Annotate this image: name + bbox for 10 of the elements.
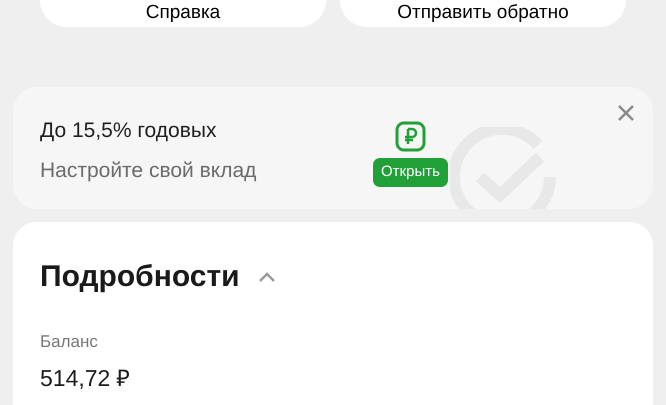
ruble-icon [394, 121, 426, 152]
chevron-up-icon[interactable] [258, 270, 276, 282]
action-button[interactable]: Отправить обратно [340, 0, 626, 27]
promo-subtitle: Настройте свой вклад [40, 158, 256, 184]
action-button[interactable]: Справка [40, 0, 326, 27]
details-title: Подробности [40, 259, 240, 295]
promo-title: До 15,5% годовых [40, 118, 218, 144]
balance-value: 514,72 ₽ [40, 364, 131, 392]
close-icon[interactable] [617, 104, 635, 122]
balance-label: Баланс [40, 331, 99, 353]
